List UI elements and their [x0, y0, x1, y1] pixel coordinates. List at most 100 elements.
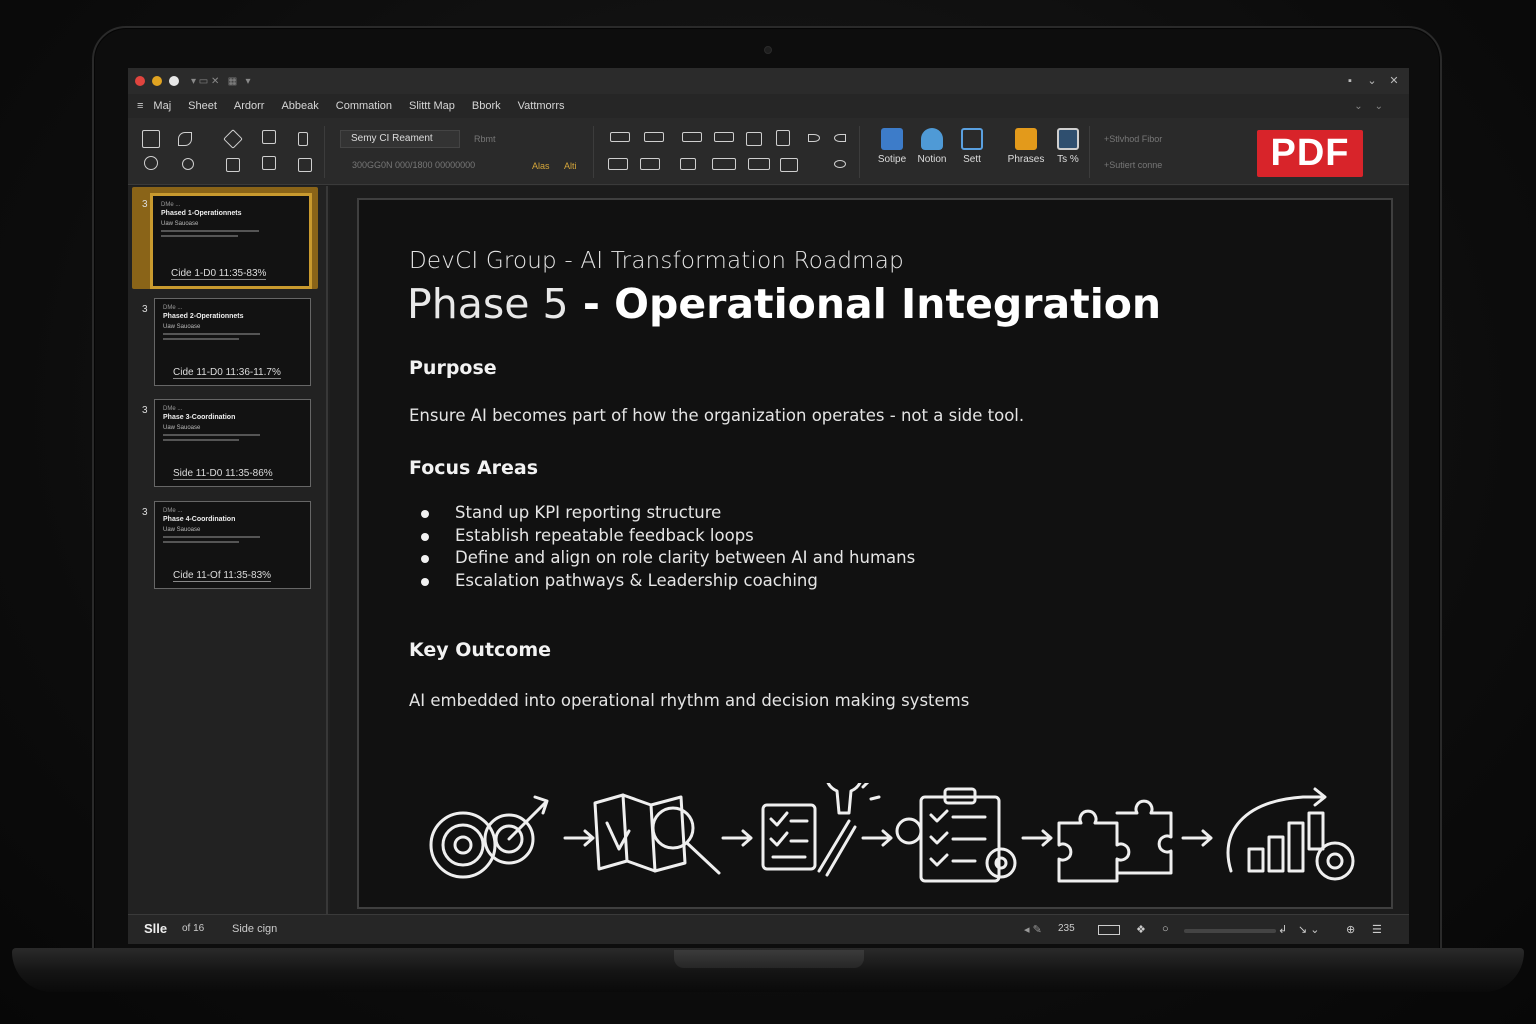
app-window: ▾ ▭ ✕ ▦ ▾ ▪ ⌄ ✕ ≡ Maj Sheet Ardorr Abbea… [128, 68, 1409, 944]
monitor-icon[interactable] [262, 156, 276, 170]
maximize-dot[interactable] [169, 76, 179, 86]
list-icon[interactable] [712, 158, 736, 170]
scissors-icon[interactable] [223, 129, 243, 149]
menu-item-slittt-map[interactable]: Slittt Map [409, 100, 455, 112]
right-option-2[interactable]: +Sutiert conne [1104, 160, 1162, 170]
collapse-button[interactable]: ⌄ [1363, 73, 1381, 89]
thumbnail-slide[interactable]: DMe ... Phased 1-Operationnets Uaw Sauoa… [150, 193, 312, 289]
menu-bar: ≡ Maj Sheet Ardorr Abbeak Commation Slit… [128, 94, 1409, 118]
thumbnail-slide[interactable]: DMe ... Phased 2-Operationnets Uaw Sauoa… [154, 298, 311, 386]
thumbnail-slide[interactable]: DMe ... Phase 4-Coordination Uaw Sauoase… [154, 501, 311, 589]
arrow-icon [1021, 829, 1053, 847]
menu-item-vattmorrs[interactable]: Vattmorrs [518, 100, 565, 112]
thumbnail-title: Phased 2-Operationnets [163, 313, 244, 320]
thumbnail-footer: Cide 11-D0 11:36-11.7% [173, 367, 281, 379]
slide-subtitle[interactable]: DevCI Group - AI Transformation Roadmap [409, 248, 904, 274]
arrange-icon[interactable] [780, 158, 798, 172]
purpose-text[interactable]: Ensure AI becomes part of how the organi… [409, 406, 1024, 425]
align-left-icon[interactable] [610, 132, 630, 142]
menu-item-ardorr[interactable]: Ardorr [234, 100, 265, 112]
menu-item-bbork[interactable]: Bbork [472, 100, 501, 112]
process-illustration[interactable] [423, 783, 1383, 893]
slide-title[interactable]: Phase 5 - Operational Integration [407, 280, 1161, 328]
ribbon-group-insert [864, 126, 1090, 178]
link-icon[interactable] [834, 160, 846, 168]
hamburger-icon[interactable]: ≡ [137, 100, 143, 112]
redo-icon[interactable] [808, 134, 820, 142]
thumbnail-line3: Uaw Sauoase [161, 221, 199, 227]
thumbnail-number: 3 [142, 199, 148, 210]
purpose-heading[interactable]: Purpose [409, 357, 497, 379]
arrow-icon [1181, 829, 1213, 847]
spacing-icon[interactable] [680, 158, 696, 170]
arrow-icon [563, 829, 595, 847]
camera [764, 46, 772, 54]
notes-icon[interactable]: ◂ ✎ [1024, 923, 1042, 936]
quick-access-toolbar[interactable]: ▾ ▭ ✕ ▦ ▾ [191, 76, 251, 87]
zoom-handle-icon[interactable]: ↲ [1278, 923, 1287, 936]
menu-item-sheet[interactable]: Sheet [188, 100, 217, 112]
reading-view-icon[interactable]: ○ [1162, 923, 1169, 935]
ribbon-group-clipboard [128, 126, 325, 178]
normal-view-icon[interactable] [1098, 925, 1120, 935]
device-icon[interactable] [298, 158, 312, 172]
settings-icon[interactable]: ☰ [1372, 923, 1382, 936]
ribbon-group-font [326, 126, 594, 178]
slide-thumbnails-panel: 3 DMe ... Phased 1-Operationnets Uaw Sau… [128, 186, 328, 914]
focus-item: Stand up KPI reporting structure [419, 502, 915, 525]
menu-item-commation[interactable]: Commation [336, 100, 392, 112]
thumbnail-footer: Side 11-D0 11:35-86% [173, 468, 273, 480]
text-box-icon[interactable] [776, 130, 790, 146]
checklist-idea-icon [761, 783, 881, 877]
zoom-slider[interactable] [1184, 929, 1276, 933]
minimize-dot[interactable] [152, 76, 162, 86]
focus-heading[interactable]: Focus Areas [409, 457, 538, 479]
menu-item-maj[interactable]: Maj [153, 100, 171, 112]
pdf-badge[interactable]: PDF [1257, 130, 1363, 177]
undo-icon[interactable] [834, 134, 846, 142]
outcome-heading[interactable]: Key Outcome [409, 639, 551, 661]
fit-icon[interactable]: ↘ ⌄ [1298, 923, 1320, 936]
current-slide[interactable]: DevCI Group - AI Transformation Roadmap … [357, 198, 1393, 909]
paste-icon[interactable] [298, 132, 308, 146]
layout-icon[interactable] [142, 130, 160, 148]
thumbnail-slide[interactable]: DMe ... Phase 3-Coordination Uaw Sauoase… [154, 399, 311, 487]
table-icon[interactable] [226, 158, 240, 172]
arrow-icon [721, 829, 753, 847]
window-controls: ▪ ⌄ ✕ [1341, 73, 1403, 89]
ribbon-collapse-icon[interactable]: ⌄⌄ [1354, 101, 1395, 112]
indent-icon[interactable] [682, 132, 702, 142]
pen-icon[interactable] [178, 132, 192, 146]
copy-icon[interactable] [262, 130, 276, 144]
thumbnail-line3: Uaw Sauoase [163, 324, 201, 330]
restore-button[interactable]: ▪ [1341, 73, 1359, 89]
bullets-icon[interactable] [608, 158, 628, 170]
table-grid-icon[interactable] [748, 158, 770, 170]
accessibility-icon[interactable]: ⊕ [1346, 923, 1355, 936]
ribbon-group-paragraph [596, 126, 860, 178]
numbering-icon[interactable] [640, 158, 660, 170]
slide-design[interactable]: Side cign [232, 923, 277, 935]
align-center-icon[interactable] [644, 132, 664, 142]
thumbnail-title: Phase 3-Coordination [163, 414, 236, 421]
shape-icon[interactable] [144, 156, 158, 170]
close-button[interactable]: ✕ [1385, 73, 1403, 89]
thumbnail-title: Phased 1-Operationnets [161, 210, 242, 217]
title-dash: - [568, 280, 615, 328]
thumbnail-line1: DMe ... [163, 305, 183, 311]
thumbnail-footer: Cide 11-Of 11:35-83% [173, 570, 272, 582]
close-dot[interactable] [135, 76, 145, 86]
sorter-view-icon[interactable]: ❖ [1136, 923, 1146, 936]
circle-icon[interactable] [182, 158, 194, 170]
thumbnail-line3: Uaw Sauoase [163, 425, 201, 431]
title-phase: Phase 5 [407, 280, 569, 328]
outcome-text[interactable]: AI embedded into operational rhythm and … [409, 691, 969, 710]
menu-item-abbeak[interactable]: Abbeak [281, 100, 318, 112]
thumbnail-line1: DMe ... [163, 406, 183, 412]
clipboard-gear-icon [895, 787, 1017, 883]
right-option-1[interactable]: +Stlvhod Fibor [1104, 134, 1162, 144]
slide-canvas: DevCI Group - AI Transformation Roadmap … [330, 186, 1409, 914]
columns-icon[interactable] [746, 132, 762, 146]
focus-list[interactable]: Stand up KPI reporting structure Establi… [419, 502, 915, 592]
wave-icon[interactable] [714, 132, 734, 142]
